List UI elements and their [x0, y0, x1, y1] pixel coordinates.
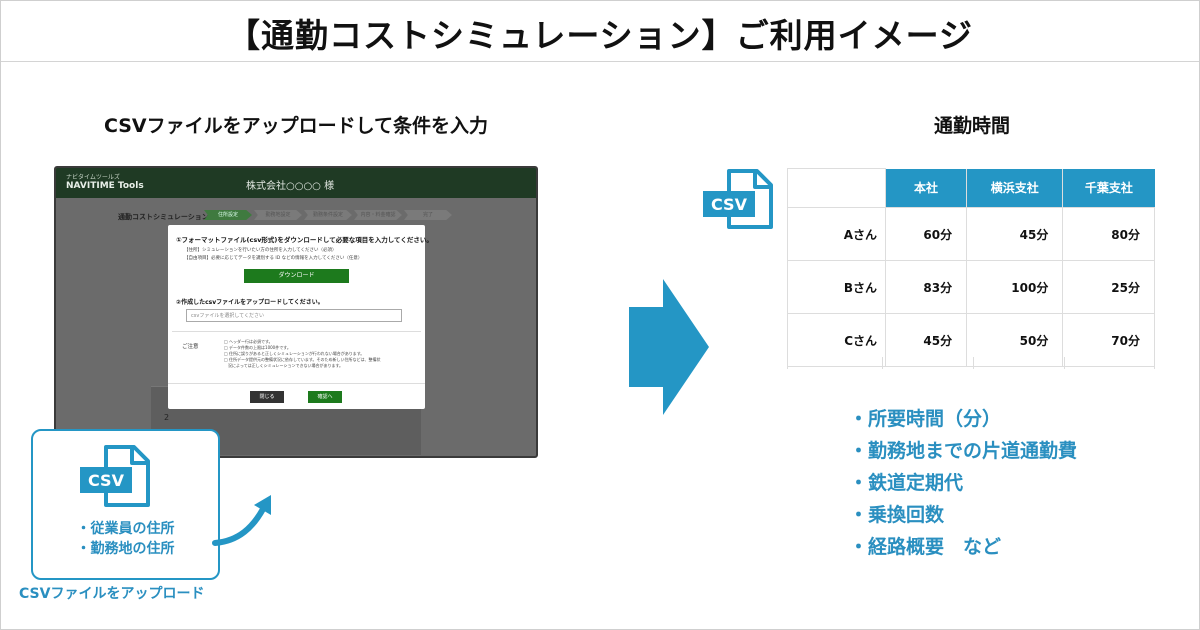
- modal-footer: 閉じる 確認へ: [168, 383, 425, 410]
- table-cell: 60分: [884, 207, 968, 261]
- output-items: ・所要時間（分） ・勤務地までの片道通勤費 ・鉄道定期代 ・乗換回数 ・経路概要…: [849, 403, 1077, 563]
- right-heading: 通勤時間: [933, 115, 1010, 137]
- modal-step1: ①フォーマットファイル(csv形式)をダウンロードして必要な項目を入力してくださ…: [176, 236, 433, 244]
- csv-input-callout: CSV ・従業員の住所 ・勤務地の住所: [31, 429, 220, 580]
- close-button[interactable]: 閉じる: [250, 391, 284, 403]
- output-item: ・鉄道定期代: [849, 472, 964, 494]
- table-cell: 80分: [1062, 207, 1155, 261]
- app-header: ナビタイムツールズ NAVITIME Tools 株式会社○○○○ 様: [56, 168, 536, 198]
- title-divider: [1, 61, 1199, 62]
- row-name: Aさん: [787, 207, 886, 261]
- table-row: Bさん 83分 100分 25分: [787, 260, 1155, 314]
- header-honsha: 本社: [884, 168, 967, 208]
- step-workplace: 勤務地設定: [254, 210, 302, 220]
- brand-subtitle: ナビタイムツールズ: [66, 174, 120, 181]
- modal-hint-address: 【住所】シミュレーションを行いたい方の住所を入力してください（必須）: [184, 248, 337, 253]
- commute-time-table: 本社 横浜支社 千葉支社 Aさん 60分 45分 80分 Bさん 83分 100…: [787, 168, 1155, 367]
- table-cell: 45分: [966, 207, 1064, 261]
- page: 【通勤コストシミュレーション】ご利用イメージ CSVファイルをアップロードして条…: [0, 0, 1200, 630]
- output-item: ・勤務地までの片道通勤費: [849, 440, 1078, 462]
- notes-title: ご注意: [182, 344, 199, 350]
- table-cell: 100分: [966, 260, 1064, 314]
- table-row: Aさん 60分 45分 80分: [787, 207, 1155, 261]
- table-continuation: [787, 357, 1155, 369]
- step-done: 完了: [404, 210, 452, 220]
- download-button[interactable]: ダウンロード: [244, 269, 349, 283]
- csv-file-icon: CSV: [78, 445, 152, 513]
- curved-arrow-icon: [212, 495, 271, 546]
- csv-label: CSV: [711, 195, 748, 214]
- table-header-row: 本社 横浜支社 千葉支社: [787, 168, 1155, 208]
- row-name: Bさん: [787, 260, 886, 314]
- table-cell: 83分: [884, 260, 968, 314]
- brand-logo: NAVITIME Tools: [66, 181, 144, 191]
- csv-file-input[interactable]: csvファイルを選択してください: [186, 309, 402, 322]
- upload-caption: CSVファイルをアップロード: [19, 586, 205, 602]
- note-item: 況によっては正しくシミュレーションできない場合があります。: [224, 363, 344, 368]
- table-corner: [787, 168, 886, 208]
- step-indicator: 住所設定 勤務地設定 勤務条件設定 内容・料金確認 完了: [204, 210, 454, 220]
- confirm-button[interactable]: 確認へ: [308, 391, 342, 403]
- csv-output-icon: CSV: [701, 169, 775, 235]
- app-screenshot: ナビタイムツールズ NAVITIME Tools 株式会社○○○○ 様 通勤コス…: [54, 166, 538, 458]
- simulation-label: 通勤コストシミュレーション: [118, 213, 209, 221]
- grid-row-number: 2: [164, 413, 170, 422]
- input-item: ・勤務地の住所: [76, 541, 175, 557]
- modal-step2: ②作成したcsvファイルをアップロードしてください。: [176, 299, 324, 306]
- left-heading: CSVファイルをアップロードして条件を入力: [103, 115, 489, 137]
- header-chiba: 千葉支社: [1062, 168, 1155, 208]
- page-title: 【通勤コストシミュレーション】ご利用イメージ: [226, 16, 974, 55]
- step-conditions: 勤務条件設定: [304, 210, 352, 220]
- header-yokohama: 横浜支社: [966, 168, 1063, 208]
- input-item: ・従業員の住所: [76, 521, 175, 537]
- step-address: 住所設定: [204, 210, 252, 220]
- step-confirm: 内容・料金確認: [354, 210, 402, 220]
- big-right-arrow-icon: [629, 279, 709, 415]
- notes-box: ご注意 □ ヘッダー行は必須です。 □ データ件数の上限は1000件です。 □ …: [172, 331, 421, 384]
- notes-list: □ ヘッダー行は必須です。 □ データ件数の上限は1000件です。 □ 住所に誤…: [224, 339, 381, 369]
- output-item: ・経路概要 など: [849, 536, 1002, 558]
- input-items: ・従業員の住所 ・勤務地の住所: [33, 519, 218, 559]
- modal-hint-free: 【自由項目】必要に応じてデータを識別する ID などの情報を入力してください（任…: [184, 256, 363, 261]
- csv-label: CSV: [88, 471, 125, 490]
- table-cell: 25分: [1062, 260, 1155, 314]
- output-item: ・所要時間（分）: [849, 408, 1002, 430]
- company-name: 株式会社○○○○ 様: [246, 181, 335, 192]
- output-item: ・乗換回数: [849, 504, 945, 526]
- upload-modal: ①フォーマットファイル(csv形式)をダウンロードして必要な項目を入力してくださ…: [168, 225, 433, 410]
